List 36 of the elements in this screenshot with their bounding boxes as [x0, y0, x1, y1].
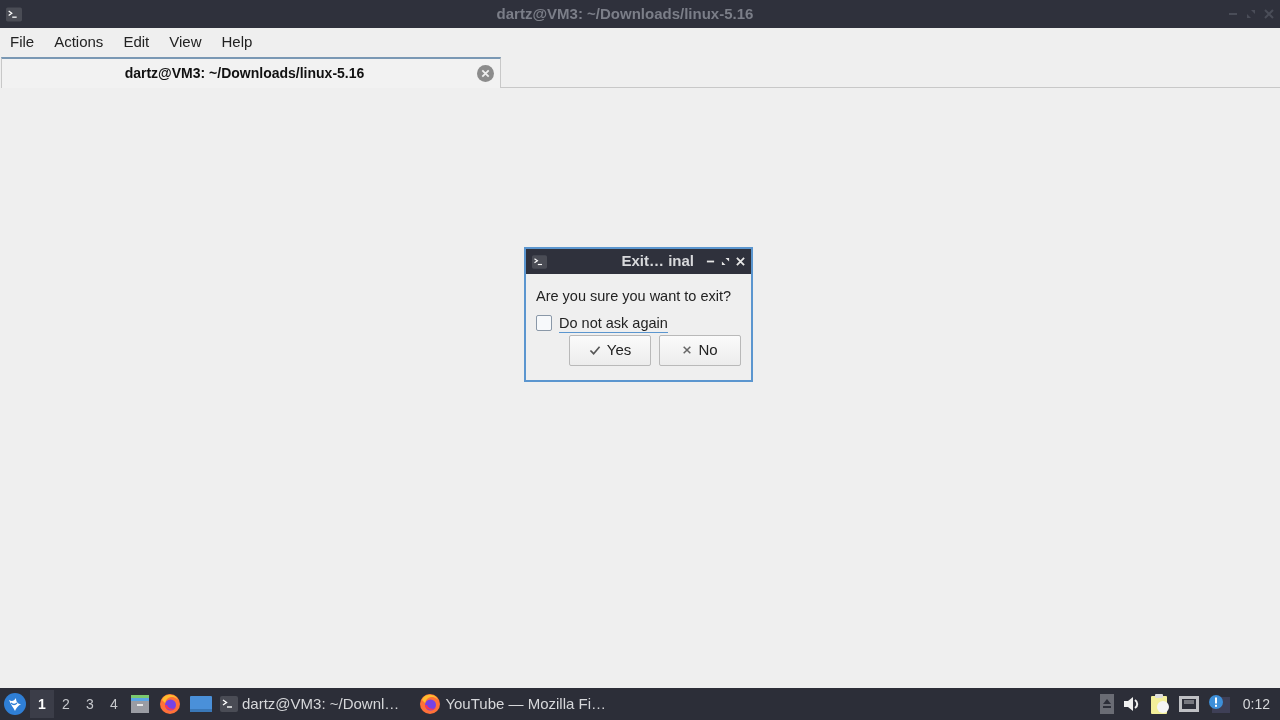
no-button[interactable]: No — [659, 334, 741, 366]
dialog-title: Exit… inal — [620, 251, 695, 272]
menu-item[interactable]: File — [2, 29, 43, 56]
terminal-tab[interactable]: dartz@VM3: ~/Downloads/linux-5.16 — [1, 57, 501, 88]
check-icon — [588, 344, 601, 356]
desktop-icon[interactable] — [190, 695, 212, 713]
desktop-switch[interactable]: 2 — [54, 690, 78, 718]
volume-icon[interactable] — [1122, 696, 1141, 712]
network-icon[interactable] — [1178, 695, 1199, 713]
clipboard-icon[interactable] — [1149, 693, 1170, 715]
taskbar-task[interactable]: YouTube — Mozilla Fi… — [415, 689, 610, 719]
checkbox[interactable] — [536, 315, 552, 332]
browser-icon[interactable] — [159, 693, 181, 715]
menu-item[interactable]: Actions — [46, 29, 112, 56]
yes-button[interactable]: Yes — [569, 334, 651, 366]
taskbar-task[interactable]: dartz@VM3: ~/Downl… — [216, 689, 404, 719]
terminal-icon — [6, 6, 22, 22]
maximize-icon[interactable] — [721, 257, 730, 266]
menu-item[interactable]: Help — [213, 29, 261, 56]
file-cabinet-icon[interactable] — [130, 694, 150, 714]
terminal-icon — [220, 696, 238, 712]
checkbox-label[interactable]: Do not ask again — [559, 313, 668, 333]
menu-launcher-icon[interactable] — [4, 693, 26, 715]
desktop-switch[interactable]: 3 — [78, 690, 102, 718]
terminal-icon — [532, 254, 547, 269]
desktop-switch[interactable]: 1 — [30, 690, 54, 718]
cross-icon — [682, 345, 693, 356]
clock-time: 0:12 — [1242, 694, 1270, 714]
menu-item[interactable]: View — [161, 29, 210, 56]
eject-icon[interactable] — [1099, 694, 1114, 714]
browser-icon — [419, 693, 442, 715]
desktop-switch[interactable]: 4 — [102, 690, 126, 718]
notification-icon[interactable] — [1207, 694, 1230, 714]
dialog-message: Are you sure you want to exit? — [536, 287, 733, 306]
menu-item[interactable]: Edit — [115, 29, 158, 56]
window-title: dartz@VM3: ~/Downloads/linux-5.16 — [495, 3, 755, 24]
